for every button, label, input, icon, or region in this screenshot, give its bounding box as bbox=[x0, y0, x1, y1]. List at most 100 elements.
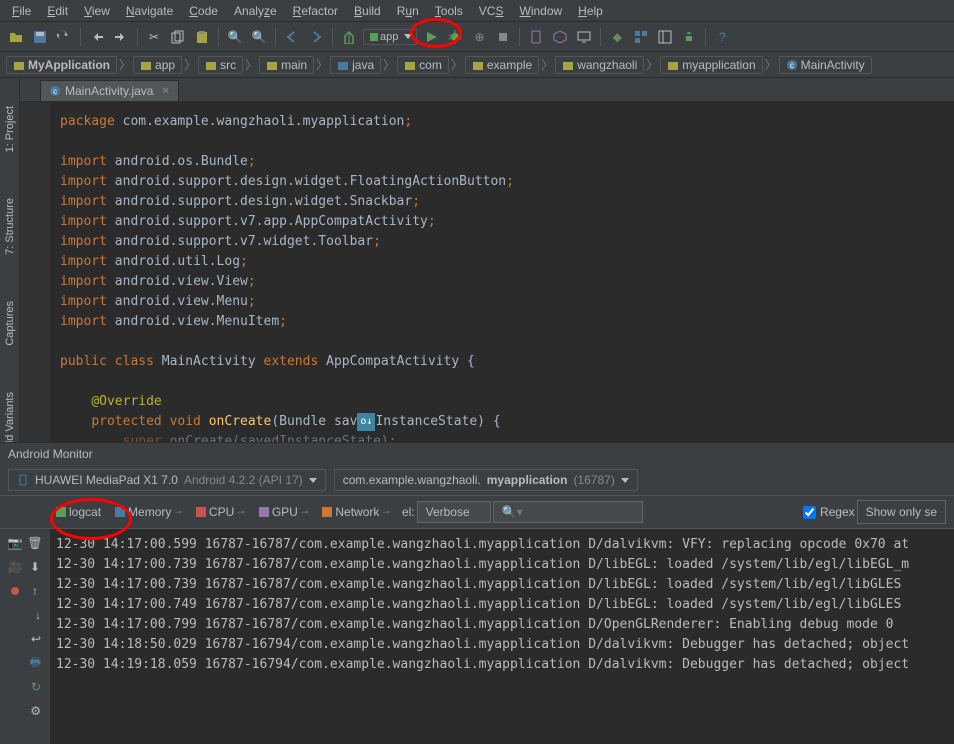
structure-icon[interactable] bbox=[631, 27, 651, 47]
bc-main[interactable]: main bbox=[259, 56, 314, 74]
terminate-icon[interactable] bbox=[7, 581, 23, 601]
android-monitor-panel: Android Monitor HUAWEI MediaPad X1 7.0 A… bbox=[0, 442, 954, 744]
toolbar: ✂ 🔍 🔍 app ⊕ ◆ ? bbox=[0, 22, 954, 52]
bc-myapp[interactable]: myapplication bbox=[660, 56, 762, 74]
override-gutter-icon[interactable]: o↓ bbox=[357, 413, 375, 431]
device-selector[interactable]: HUAWEI MediaPad X1 7.0 Android 4.2.2 (AP… bbox=[8, 469, 326, 491]
dropdown-icon bbox=[404, 34, 412, 39]
tab-gpu[interactable]: GPU⊸ bbox=[253, 502, 315, 522]
breadcrumb-bar: MyApplication〉 app〉 src〉 main〉 java〉 com… bbox=[0, 52, 954, 78]
screenshot-icon[interactable]: 📷 bbox=[7, 533, 23, 553]
device-icon bbox=[17, 474, 29, 486]
network-icon bbox=[322, 507, 332, 517]
menu-run[interactable]: Run bbox=[389, 2, 427, 20]
undo-icon[interactable] bbox=[87, 27, 107, 47]
logcat-icon bbox=[56, 507, 66, 517]
bc-example[interactable]: example bbox=[465, 56, 539, 74]
stop-icon[interactable] bbox=[493, 27, 513, 47]
run-config-selector[interactable]: app bbox=[363, 29, 417, 45]
gpu-icon bbox=[259, 507, 269, 517]
tab-label: MainActivity.java bbox=[65, 84, 153, 98]
regex-checkbox[interactable]: Regex bbox=[803, 505, 855, 519]
avd-icon[interactable] bbox=[526, 27, 546, 47]
dropdown-icon bbox=[621, 478, 629, 483]
tab-mainactivity[interactable]: c MainActivity.java ✕ bbox=[40, 80, 179, 101]
record-icon[interactable]: 🎥 bbox=[7, 557, 23, 577]
up-icon[interactable]: ↑ bbox=[27, 581, 43, 601]
run-config-label: app bbox=[380, 31, 398, 43]
menu-vcs[interactable]: VCS bbox=[471, 2, 512, 20]
svg-text:c: c bbox=[53, 87, 57, 96]
class-icon: c bbox=[49, 85, 61, 97]
redo-icon[interactable] bbox=[111, 27, 131, 47]
menu-tools[interactable]: Tools bbox=[427, 2, 471, 20]
bc-java[interactable]: java bbox=[330, 56, 381, 74]
log-search-input[interactable]: 🔍▾ bbox=[493, 501, 643, 523]
menu-window[interactable]: Window bbox=[511, 2, 570, 20]
memory-icon bbox=[115, 507, 125, 517]
bc-module[interactable]: app bbox=[133, 56, 182, 74]
paste-icon[interactable] bbox=[192, 27, 212, 47]
log-toolbar: 📷 🗑 🎥 ⬇ ↑ ↓ ↩ 🖶 ↻ ⚙ bbox=[0, 529, 50, 744]
bc-wangzhaoli[interactable]: wangzhaoli bbox=[555, 56, 644, 74]
sync-icon[interactable] bbox=[54, 27, 74, 47]
rail-project[interactable]: 1: Project bbox=[3, 98, 17, 160]
filter-selector[interactable]: Show only se bbox=[857, 500, 946, 524]
log-level-selector[interactable]: Verbose bbox=[417, 501, 491, 523]
find-icon[interactable]: 🔍 bbox=[225, 27, 245, 47]
menu-code[interactable]: Code bbox=[181, 2, 226, 20]
back-icon[interactable] bbox=[282, 27, 302, 47]
debug-button[interactable] bbox=[445, 27, 465, 47]
tab-memory[interactable]: Memory⊸ bbox=[109, 502, 188, 522]
search-icon: 🔍▾ bbox=[502, 505, 523, 519]
wrap-icon[interactable]: ↩ bbox=[5, 629, 45, 649]
menu-navigate[interactable]: Navigate bbox=[118, 2, 181, 20]
bc-com[interactable]: com bbox=[397, 56, 449, 74]
save-icon[interactable] bbox=[30, 27, 50, 47]
open-icon[interactable] bbox=[6, 27, 26, 47]
tab-cpu[interactable]: CPU⊸ bbox=[190, 502, 251, 522]
trash-icon[interactable]: 🗑 bbox=[27, 533, 43, 553]
down-icon[interactable]: ↓ bbox=[5, 605, 45, 625]
menu-edit[interactable]: Edit bbox=[39, 2, 76, 20]
run-button[interactable] bbox=[421, 27, 441, 47]
tab-logcat[interactable]: logcat bbox=[50, 502, 107, 522]
copy-icon[interactable] bbox=[168, 27, 188, 47]
menu-help[interactable]: Help bbox=[570, 2, 611, 20]
rail-captures[interactable]: Captures bbox=[3, 293, 17, 354]
menu-bar: File Edit View Navigate Code Analyze Ref… bbox=[0, 0, 954, 22]
log-output[interactable]: 12-30 14:17:00.599 16787-16787/com.examp… bbox=[50, 529, 954, 744]
android-icon[interactable] bbox=[679, 27, 699, 47]
menu-build[interactable]: Build bbox=[346, 2, 389, 20]
replace-icon[interactable]: 🔍 bbox=[249, 27, 269, 47]
menu-refactor[interactable]: Refactor bbox=[285, 2, 346, 20]
bc-project[interactable]: MyApplication bbox=[6, 56, 117, 74]
editor-tabs: c MainActivity.java ✕ bbox=[20, 78, 954, 102]
cpu-icon bbox=[196, 507, 206, 517]
panel-title: Android Monitor bbox=[0, 443, 954, 465]
scroll-end-icon[interactable]: ⬇ bbox=[27, 557, 43, 577]
print-icon[interactable]: 🖶 bbox=[5, 653, 45, 673]
gradle-icon[interactable]: ◆ bbox=[607, 27, 627, 47]
settings-icon[interactable]: ⚙ bbox=[5, 701, 45, 721]
tab-close-icon[interactable]: ✕ bbox=[161, 86, 169, 97]
dropdown-icon bbox=[309, 478, 317, 483]
bc-src[interactable]: src bbox=[198, 56, 243, 74]
menu-file[interactable]: File bbox=[4, 2, 39, 20]
menu-view[interactable]: View bbox=[76, 2, 118, 20]
monitor-icon[interactable] bbox=[574, 27, 594, 47]
process-selector[interactable]: com.example.wangzhaoli.myapplication (16… bbox=[334, 469, 638, 491]
help-icon[interactable]: ? bbox=[712, 27, 732, 47]
sdk-icon[interactable] bbox=[550, 27, 570, 47]
cut-icon[interactable]: ✂ bbox=[144, 27, 164, 47]
tab-network[interactable]: Network⊸ bbox=[316, 502, 396, 522]
svg-text:c: c bbox=[790, 61, 794, 70]
rail-structure[interactable]: 7: Structure bbox=[3, 190, 17, 263]
bc-class[interactable]: cMainActivity bbox=[779, 56, 872, 74]
forward-icon[interactable] bbox=[306, 27, 326, 47]
make-icon[interactable] bbox=[339, 27, 359, 47]
attach-icon[interactable]: ⊕ bbox=[469, 27, 489, 47]
restart-icon[interactable]: ↻ bbox=[5, 677, 45, 697]
menu-analyze[interactable]: Analyze bbox=[226, 2, 285, 20]
layout-icon[interactable] bbox=[655, 27, 675, 47]
